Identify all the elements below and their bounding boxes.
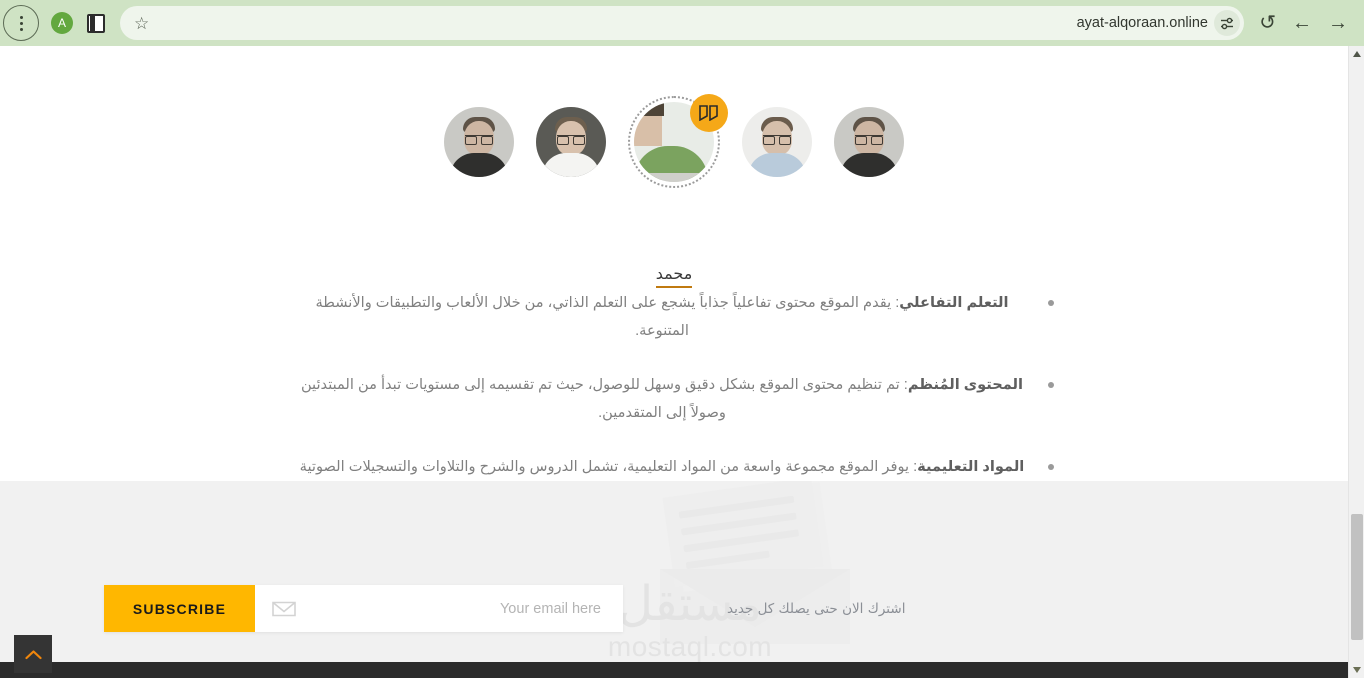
tune-settings-icon[interactable] (1214, 10, 1240, 36)
scroll-down-arrow[interactable] (1349, 662, 1364, 678)
person-name: محمد (655, 266, 693, 288)
subscribe-note: اشترك الان حتى يصلك كل جديد (727, 600, 906, 617)
scroll-up-arrow[interactable] (1349, 46, 1364, 62)
star-icon[interactable]: ☆ (134, 15, 149, 32)
scrollbar-thumb[interactable] (1351, 514, 1363, 640)
page-viewport: محمد التعلم التفاعلي: يقدم الموقع محتوى … (0, 46, 1348, 678)
list-item-body: : يقدم الموقع محتوى تفاعلياً جذاباً يشجع… (315, 295, 900, 339)
email-field[interactable] (255, 585, 623, 632)
scroll-to-top-button[interactable] (14, 635, 52, 673)
avatar[interactable]: A (51, 12, 73, 34)
list-item: المحتوى المُنظم: تم تنظيم محتوى الموقع ب… (294, 371, 1054, 427)
avatar-thumb-4[interactable] (742, 107, 812, 177)
watermark-latin: mostaql.com (607, 631, 773, 662)
side-panel-icon[interactable] (87, 13, 105, 33)
email-field-wrapper[interactable] (255, 585, 623, 632)
omnibox[interactable]: ☆ ayat-alqoraan.online (120, 6, 1244, 40)
list-item: التعلم التفاعلي: يقدم الموقع محتوى تفاعل… (294, 289, 1054, 345)
three-dots-vertical-icon[interactable] (3, 5, 39, 41)
envelope-icon (271, 599, 297, 618)
list-item-title: المواد التعليمية (917, 459, 1025, 475)
subscribe-row: SUBSCRIBE اشترك الان حتى يصلك كل جديد (0, 585, 1348, 632)
navigation-controls: ↺ ← → (1259, 0, 1358, 46)
url-text: ayat-alqoraan.online (1076, 15, 1208, 31)
profile-initial: A (57, 16, 66, 30)
testimonial-section: محمد التعلم التفاعلي: يقدم الموقع محتوى … (0, 46, 1348, 503)
avatar-thumb-5[interactable] (834, 107, 904, 177)
list-item-title: التعلم التفاعلي (899, 295, 1009, 311)
subscribe-section: مستقل mostaql.com SUBSCRIBE اشترك الان ح… (0, 481, 1348, 678)
chevron-up-icon (24, 649, 42, 660)
list-item-body: : تم تنظيم محتوى الموقع بشكل دقيق وسهل ل… (300, 377, 908, 421)
avatar-carousel (0, 94, 1348, 188)
back-icon[interactable]: ← (1292, 13, 1312, 33)
subscribe-button[interactable]: SUBSCRIBE (104, 585, 255, 632)
avatar-thumb-3-active[interactable] (628, 94, 728, 188)
footer-bottom-bar (0, 662, 1348, 678)
scrollbar[interactable] (1348, 46, 1364, 678)
forward-icon[interactable]: → (1328, 13, 1348, 33)
browser-toolbar: A ☆ ayat-alqoraan.online ↺ ← → (0, 0, 1364, 46)
quote-badge-icon (690, 94, 728, 132)
subscribe-form: SUBSCRIBE (104, 585, 623, 632)
list-item-title: المحتوى المُنظم (907, 377, 1024, 393)
page-title: محمد (0, 264, 1348, 288)
reload-icon[interactable]: ↺ (1259, 13, 1276, 33)
avatar-thumb-1[interactable] (444, 107, 514, 177)
avatar-thumb-2[interactable] (536, 107, 606, 177)
